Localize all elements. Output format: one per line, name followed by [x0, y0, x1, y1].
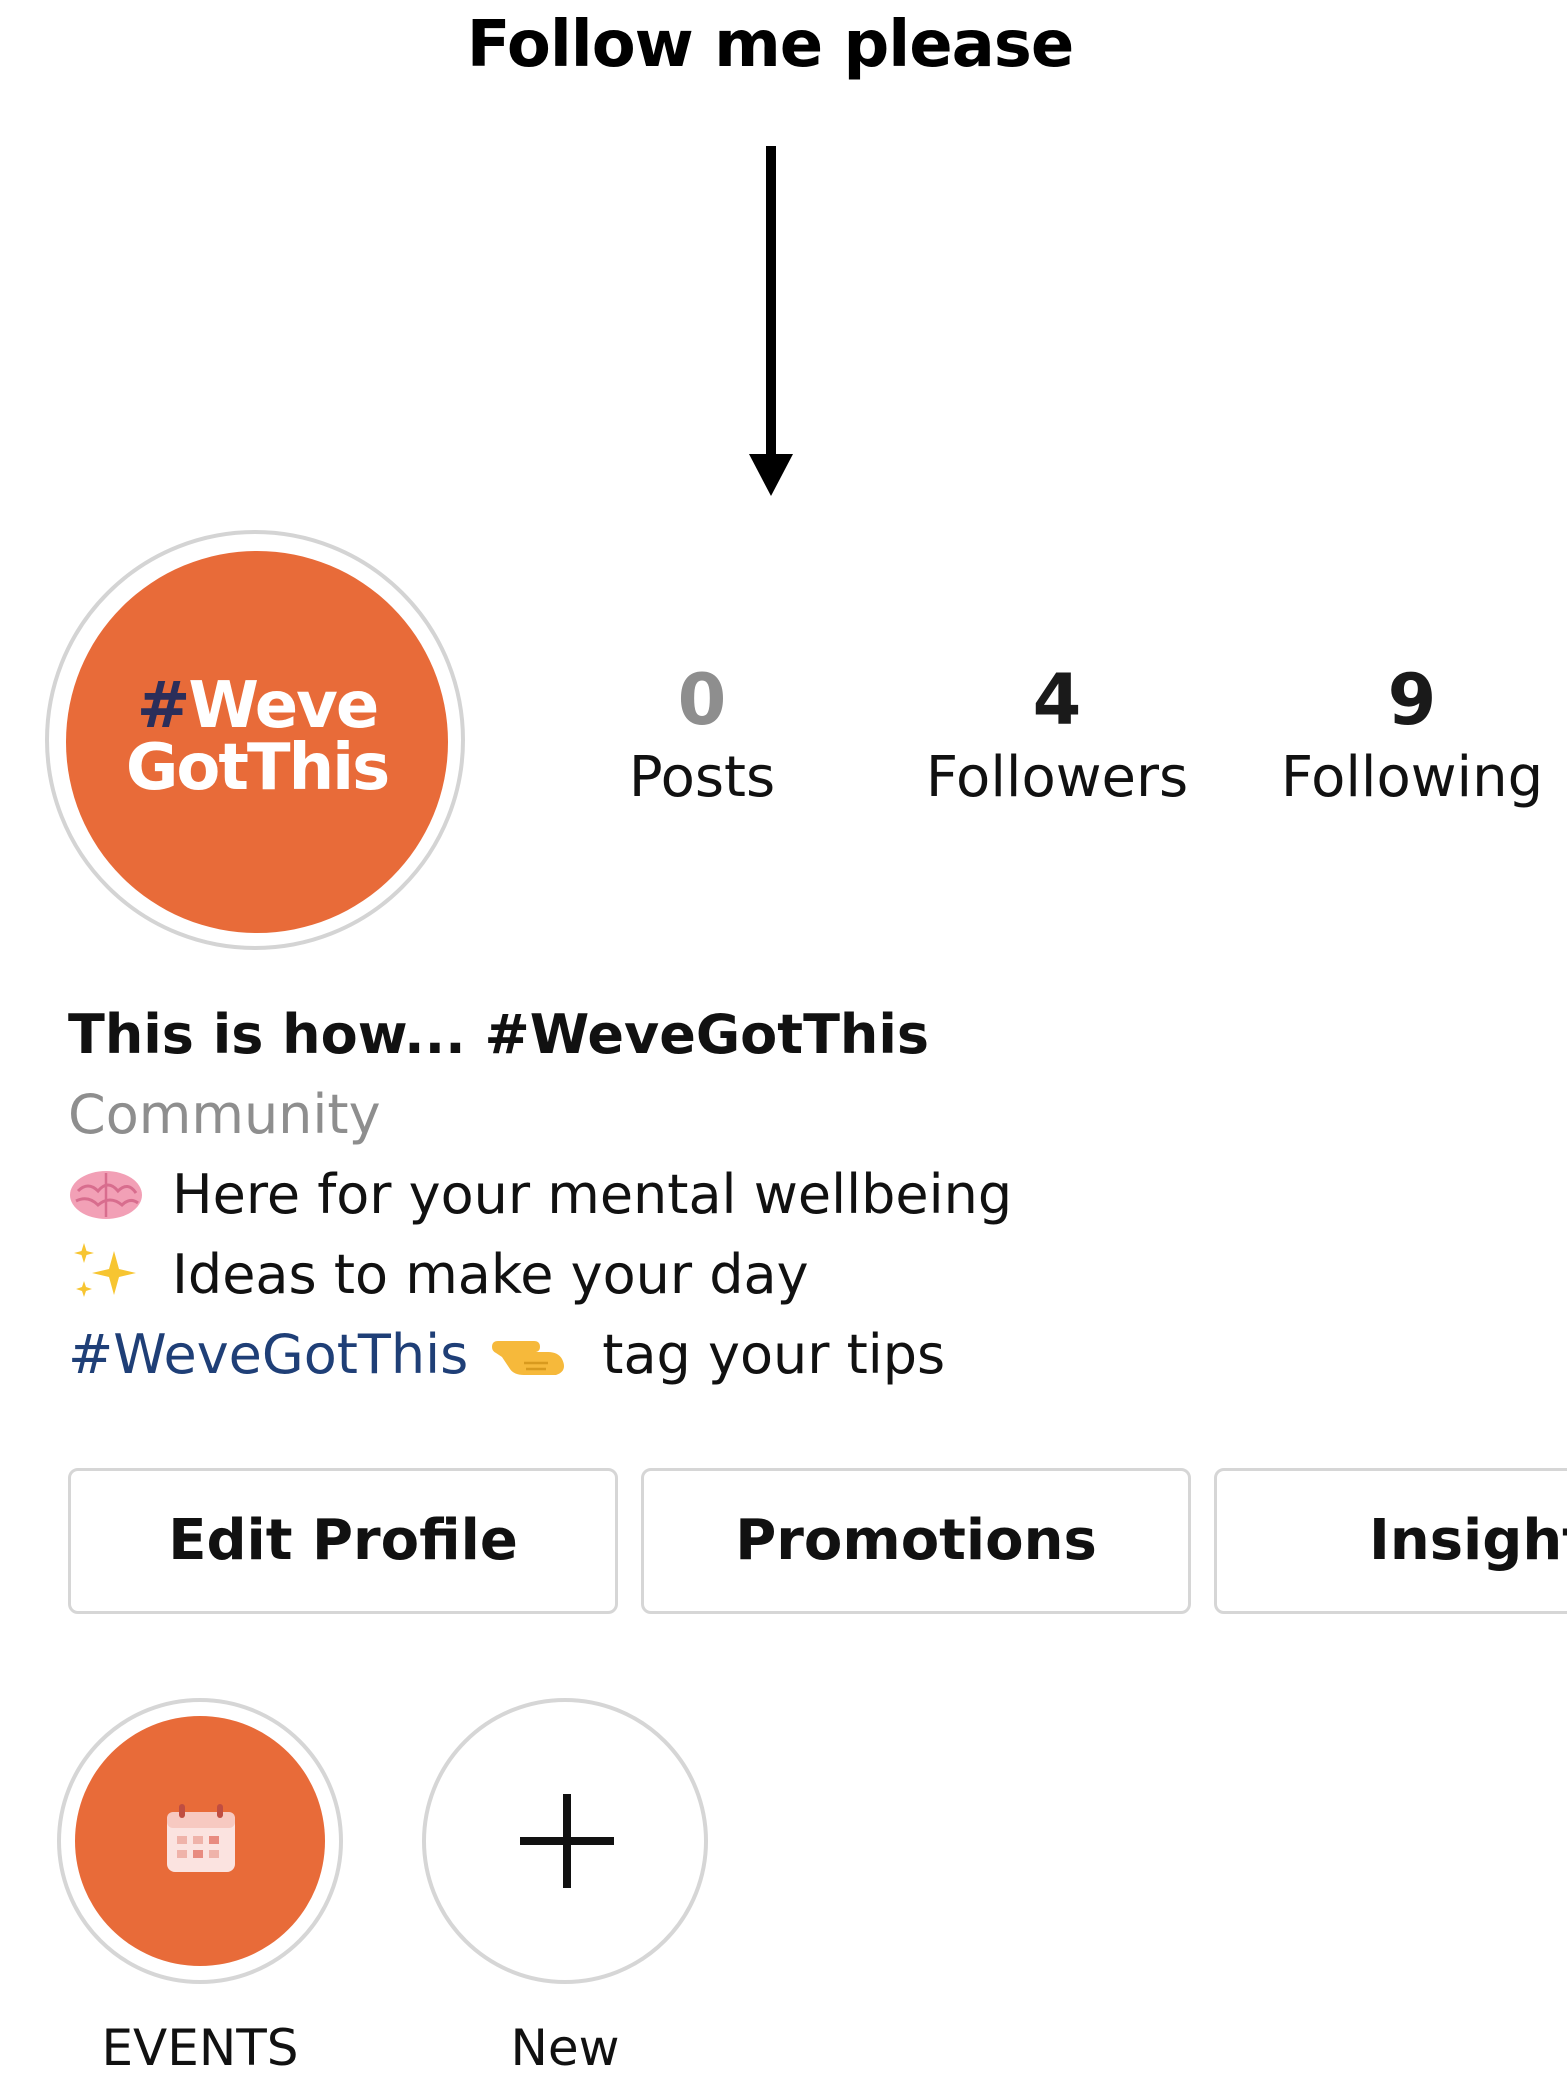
highlight-events-cover [75, 1716, 325, 1966]
bio-hashtag-link[interactable]: #WeveGotThis [68, 1323, 468, 1386]
profile-category: Community [68, 1083, 381, 1146]
stat-followers[interactable]: 4 Followers [907, 660, 1207, 816]
edit-profile-button[interactable]: Edit Profile [68, 1468, 618, 1614]
promotions-button[interactable]: Promotions [641, 1468, 1191, 1614]
followers-label: Followers [925, 745, 1189, 810]
highlight-new-label: New [510, 2019, 620, 2077]
bio-line-3-text: tag your tips [602, 1323, 946, 1386]
highlight-events[interactable]: EVENTS [57, 1698, 343, 2078]
highlight-events-label: EVENTS [101, 2019, 299, 2077]
plus-icon-bar [520, 1837, 614, 1845]
bio-line-2-text: Ideas to make your day [172, 1243, 809, 1306]
highlight-new-ring [422, 1698, 708, 1984]
sparkles-icon [68, 1239, 144, 1303]
posts-label: Posts [628, 745, 776, 810]
insights-button[interactable]: Insights [1214, 1468, 1567, 1614]
pointing-hand-icon [488, 1323, 572, 1377]
stat-posts[interactable]: 0 Posts [552, 660, 852, 816]
bio-line-1-text: Here for your mental wellbeing [172, 1163, 1013, 1226]
annotation-title: Follow me please [466, 8, 1075, 82]
bio-line-3: #WeveGotThis tag your tips [68, 1315, 1012, 1395]
avatar-logo: #Weve GotThis [125, 669, 390, 805]
profile-name: This is how... #WeveGotThis [68, 1003, 929, 1066]
calendar-icon [161, 1800, 241, 1885]
following-count: 9 [1387, 659, 1437, 741]
posts-count: 0 [677, 659, 727, 741]
down-arrow-shaft [766, 146, 776, 466]
highlight-new[interactable]: New [422, 1698, 708, 2078]
profile-bio: This is how... #WeveGotThis Community He… [68, 995, 1012, 1395]
down-arrow-icon [749, 454, 793, 496]
bio-line-2: Ideas to make your day [68, 1235, 1012, 1315]
avatar[interactable]: #Weve GotThis [66, 551, 448, 933]
bio-line-1: Here for your mental wellbeing [68, 1155, 1012, 1235]
brain-icon [68, 1163, 144, 1219]
highlight-events-ring [57, 1698, 343, 1984]
stat-following[interactable]: 9 Following [1262, 660, 1562, 816]
following-label: Following [1280, 745, 1544, 810]
followers-count: 4 [1032, 659, 1082, 741]
